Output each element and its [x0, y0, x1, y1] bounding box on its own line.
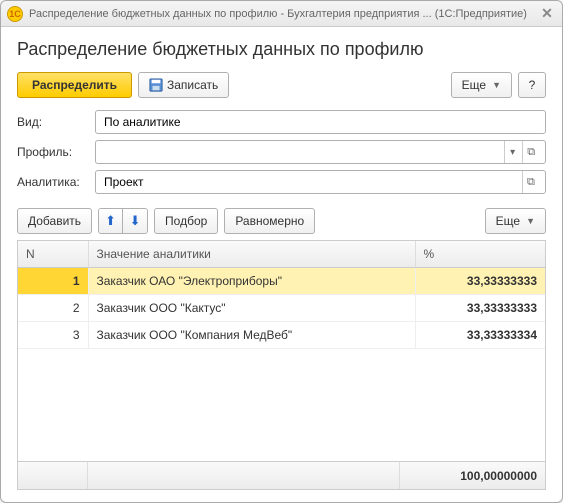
chevron-down-icon: ▼	[526, 216, 535, 226]
close-icon[interactable]: ✕	[538, 5, 556, 23]
save-label: Записать	[167, 78, 218, 92]
arrow-down-icon: ⬇	[130, 213, 141, 229]
table-more-button[interactable]: Еще ▼	[485, 208, 546, 234]
data-table: N Значение аналитики % 1Заказчик ОАО "Эл…	[17, 240, 546, 490]
main-toolbar: Распределить Записать Еще ▼ ?	[17, 72, 546, 98]
window-title: Распределение бюджетных данных по профил…	[29, 8, 538, 20]
analytics-field[interactable]: ⧉	[95, 170, 546, 194]
select-button[interactable]: Подбор	[154, 208, 218, 234]
header-value[interactable]: Значение аналитики	[88, 241, 415, 268]
header-n[interactable]: N	[18, 241, 88, 268]
analytics-open-button[interactable]: ⧉	[522, 171, 539, 193]
kind-label: Вид:	[17, 115, 95, 129]
cell-value[interactable]: Заказчик ООО "Компания МедВеб"	[88, 322, 415, 349]
save-button[interactable]: Записать	[138, 72, 229, 98]
kind-field[interactable]	[95, 110, 546, 134]
help-button[interactable]: ?	[518, 72, 546, 98]
cell-n[interactable]: 3	[18, 322, 88, 349]
cell-value[interactable]: Заказчик ОАО "Электроприборы"	[88, 268, 415, 295]
table-more-label: Еще	[496, 214, 520, 228]
cell-pct[interactable]: 33,33333334	[415, 322, 545, 349]
profile-input[interactable]	[102, 144, 502, 160]
table-row[interactable]: 1Заказчик ОАО "Электроприборы"33,3333333…	[18, 268, 545, 295]
profile-field[interactable]: ▾ ⧉	[95, 140, 546, 164]
arrow-up-icon: ⬆	[105, 213, 116, 229]
profile-dropdown-button[interactable]: ▾	[504, 141, 521, 163]
move-down-button[interactable]: ⬇	[123, 209, 147, 233]
evenly-button[interactable]: Равномерно	[224, 208, 315, 234]
add-button[interactable]: Добавить	[17, 208, 92, 234]
chevron-down-icon: ▼	[492, 80, 501, 90]
table-toolbar: Добавить ⬆ ⬇ Подбор Равномерно Еще ▼	[17, 208, 546, 234]
table-row[interactable]: 2Заказчик ООО "Кактус"33,33333333	[18, 295, 545, 322]
table-header-row: N Значение аналитики %	[18, 241, 545, 268]
cell-n[interactable]: 1	[18, 268, 88, 295]
footer-value	[88, 462, 400, 489]
move-group: ⬆ ⬇	[98, 208, 148, 234]
analytics-label: Аналитика:	[17, 175, 95, 189]
cell-pct[interactable]: 33,33333333	[415, 268, 545, 295]
distribute-button[interactable]: Распределить	[17, 72, 132, 98]
header-pct[interactable]: %	[415, 241, 545, 268]
cell-n[interactable]: 2	[18, 295, 88, 322]
titlebar: 1C Распределение бюджетных данных по про…	[1, 1, 562, 27]
more-button[interactable]: Еще ▼	[451, 72, 512, 98]
table-row[interactable]: 3Заказчик ООО "Компания МедВеб"33,333333…	[18, 322, 545, 349]
cell-pct[interactable]: 33,33333333	[415, 295, 545, 322]
more-label: Еще	[462, 78, 486, 92]
profile-label: Профиль:	[17, 145, 95, 159]
cell-value[interactable]: Заказчик ООО "Кактус"	[88, 295, 415, 322]
open-icon: ⧉	[527, 146, 535, 159]
profile-open-button[interactable]: ⧉	[522, 141, 539, 163]
analytics-input[interactable]	[102, 174, 520, 190]
page-title: Распределение бюджетных данных по профил…	[17, 39, 546, 60]
app-logo-icon: 1C	[7, 6, 23, 22]
save-icon	[149, 78, 163, 92]
open-icon: ⧉	[527, 176, 535, 189]
table-footer: 100,00000000	[18, 461, 545, 489]
footer-n	[18, 462, 88, 489]
kind-input[interactable]	[102, 114, 539, 130]
chevron-down-icon: ▾	[510, 147, 515, 158]
move-up-button[interactable]: ⬆	[99, 209, 123, 233]
footer-total: 100,00000000	[400, 462, 545, 489]
